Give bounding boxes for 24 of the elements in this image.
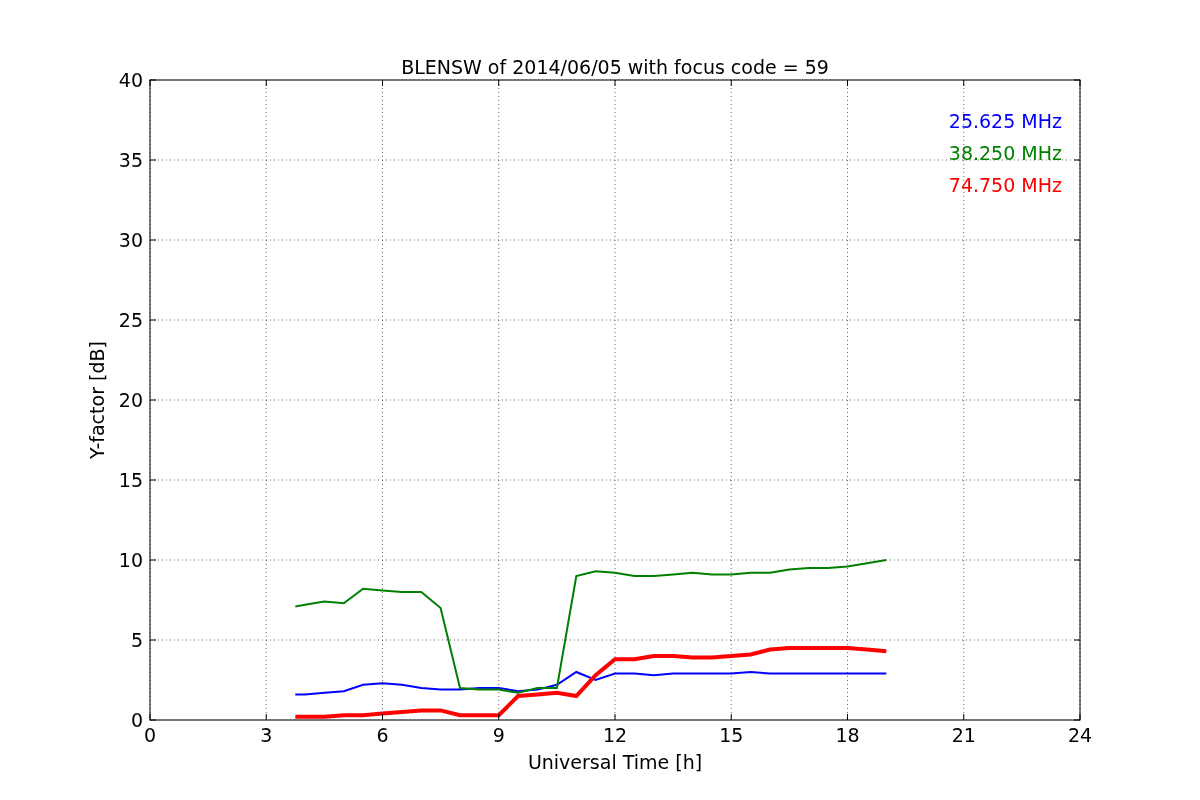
tick-label: 15 xyxy=(719,724,744,746)
tick-label: 40 xyxy=(118,69,143,91)
legend-label: 25.625 MHz xyxy=(948,110,1062,132)
y-axis-label: Y-factor [dB] xyxy=(86,341,108,459)
tick-label: 10 xyxy=(118,549,143,571)
chart-title: BLENSW of 2014/06/05 with focus code = 59 xyxy=(401,56,829,78)
tick-label: 0 xyxy=(143,724,157,746)
tick-label: 21 xyxy=(951,724,976,746)
tick-label: 12 xyxy=(602,724,628,746)
tick-label: 18 xyxy=(835,724,860,746)
tick-label: 9 xyxy=(492,724,505,746)
legend-label: 38.250 MHz xyxy=(948,142,1062,164)
tick-label: 3 xyxy=(260,724,273,746)
x-axis-label: Universal Time [h] xyxy=(527,751,703,773)
legend-label: 74.750 MHz xyxy=(948,174,1062,196)
tick-label: 5 xyxy=(130,629,143,651)
tick-label: 15 xyxy=(118,469,143,491)
tick-label: 0 xyxy=(130,709,143,731)
tick-label: 25 xyxy=(118,309,143,331)
tick-label: 20 xyxy=(118,389,143,411)
tick-label: 30 xyxy=(118,229,143,251)
tick-label: 24 xyxy=(1067,724,1093,746)
tick-label: 35 xyxy=(118,149,143,171)
tick-label: 6 xyxy=(376,724,389,746)
